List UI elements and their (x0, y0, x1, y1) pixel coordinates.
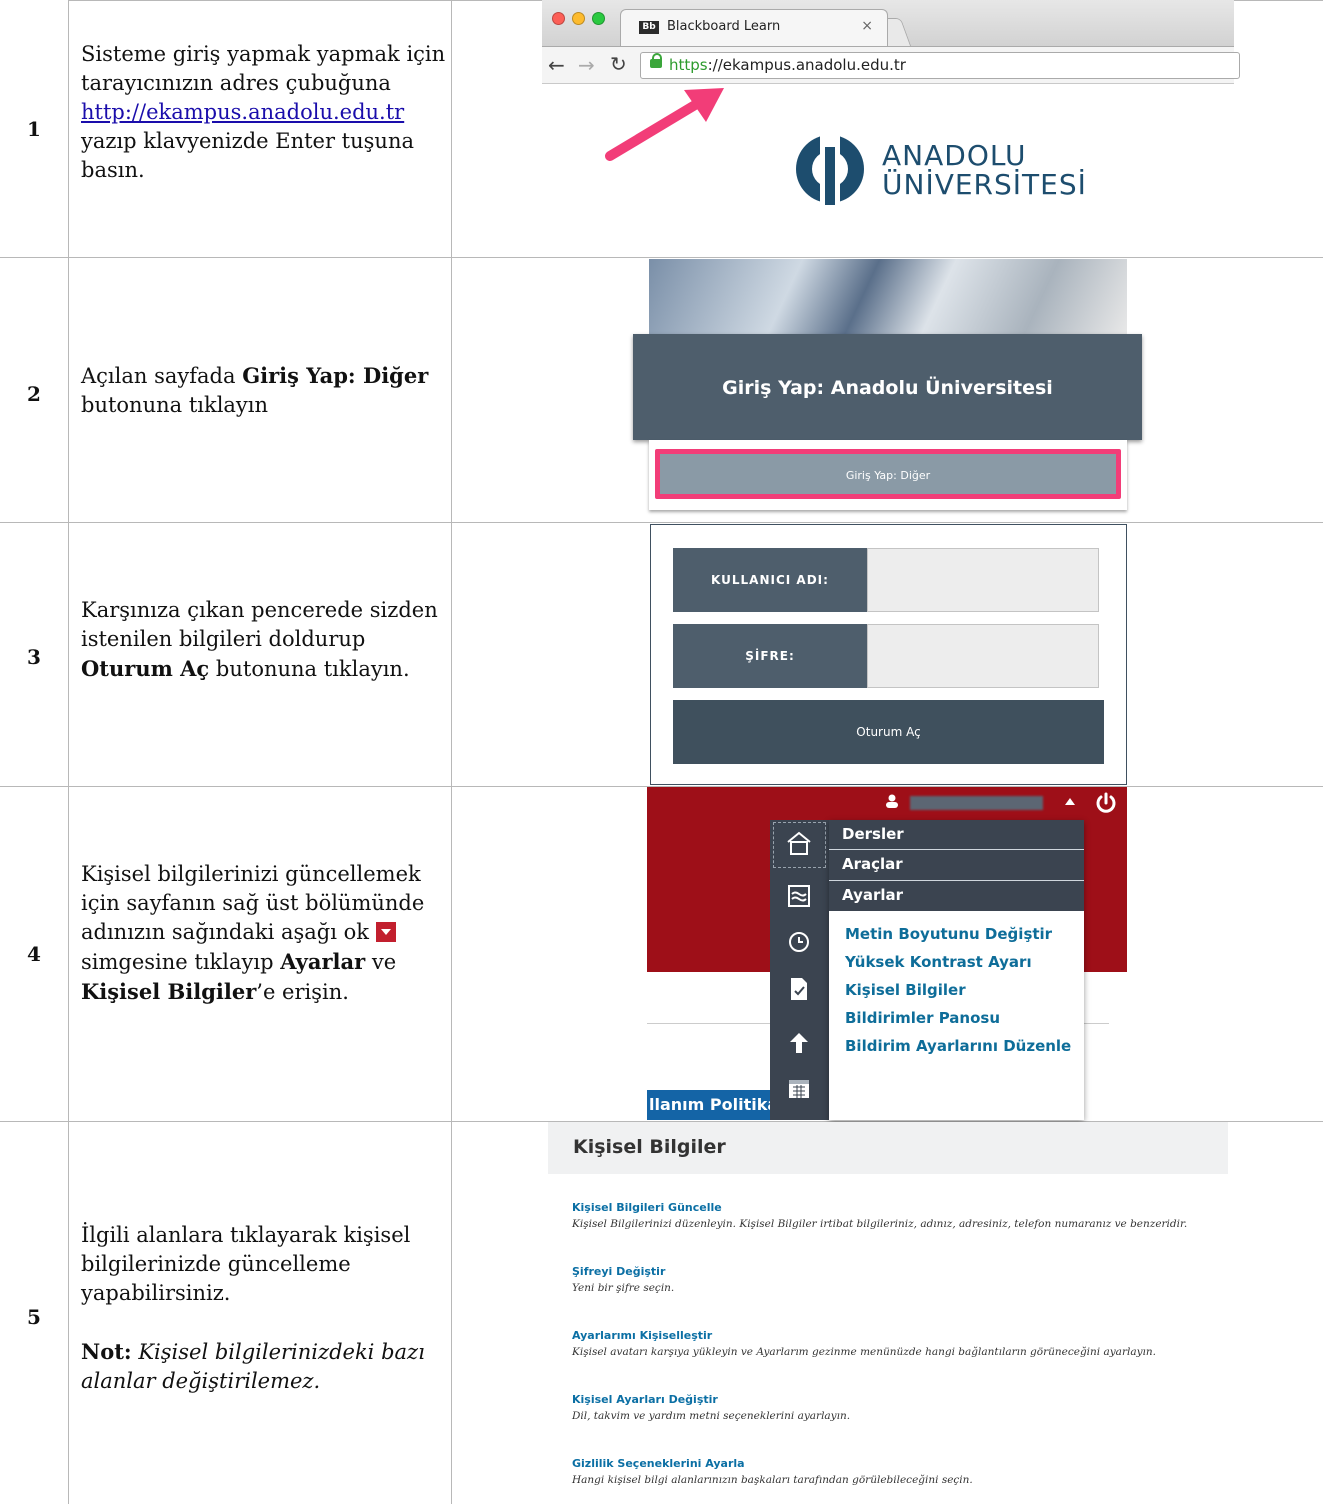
menu-section-settings[interactable]: Ayarlar (829, 880, 1084, 911)
primary-login-label: Giriş Yap: Anadolu Üniversitesi (722, 377, 1053, 399)
back-arrow-icon[interactable]: ← (548, 53, 565, 77)
change-password-link[interactable]: Şifreyi Değiştir (572, 1265, 665, 1278)
change-personal-settings-desc: Dil, takvim ve yardım metni seçeneklerin… (572, 1410, 851, 1422)
document-check-icon[interactable] (786, 976, 812, 1002)
forward-arrow-icon[interactable]: → (578, 53, 595, 77)
anadolu-emblem-icon (796, 133, 864, 205)
username-label: KULLANICI ADI: (673, 548, 867, 612)
user-name-redacted (910, 796, 1043, 810)
step-2-instruction: Açılan sayfada Giriş Yap: Diğer butonuna… (81, 361, 446, 420)
change-password-desc: Yeni bir şifre seçin. (572, 1282, 675, 1294)
menu-item-notification-settings[interactable]: Bildirim Ayarlarını Düzenle (845, 1037, 1071, 1055)
step-4-bold-settings: Ayarlar (280, 949, 366, 974)
step-4-text: Kişisel bilgilerinizi güncellemek için s… (81, 862, 425, 944)
step-4-instruction: Kişisel bilgilerinizi güncellemek için s… (81, 860, 446, 1007)
step-1-text: Sisteme giriş yapmak yapmak için tarayıc… (81, 42, 446, 95)
step-5-instruction: İlgili alanlara tıklayarak kişisel bilgi… (81, 1221, 446, 1396)
row-number: 2 (27, 382, 41, 406)
banner-photo (649, 259, 1127, 334)
menu-item-high-contrast[interactable]: Yüksek Kontrast Ayarı (845, 953, 1032, 971)
row-number: 1 (27, 117, 41, 141)
ekampus-link[interactable]: http://ekampus.anadolu.edu.tr (81, 100, 404, 124)
sign-in-button[interactable]: Oturum Aç (673, 700, 1104, 764)
logo-line-1: ANADOLU (882, 139, 1027, 172)
lock-icon (650, 53, 662, 68)
maximize-window-button[interactable] (592, 12, 605, 25)
note-label: Not: (81, 1339, 132, 1364)
update-personal-info-link[interactable]: Kişisel Bilgileri Güncelle (572, 1201, 722, 1214)
password-label: ŞİFRE: (673, 624, 867, 688)
table-column-divider (451, 0, 452, 1504)
row-divider (0, 522, 1323, 523)
menu-item-personal-info[interactable]: Kişisel Bilgiler (845, 981, 966, 999)
step-4-text-end: ’e erişin. (256, 980, 349, 1004)
minimize-window-button[interactable] (572, 12, 585, 25)
reload-icon[interactable]: ↻ (610, 52, 627, 76)
usage-policy-link[interactable]: llanım Politikası (647, 1090, 772, 1120)
step-2-bold: Giriş Yap: Diğer (242, 363, 429, 388)
table-border-left (68, 0, 69, 1504)
privacy-options-link[interactable]: Gizlilik Seçeneklerini Ayarla (572, 1457, 745, 1470)
power-icon[interactable] (1094, 792, 1118, 814)
step-3-instruction: Karşınıza çıkan pencerede sizden istenil… (81, 596, 446, 684)
step-4-text-mid: simgesine tıklayıp (81, 950, 274, 974)
personalize-settings-link[interactable]: Ayarlarımı Kişiselleştir (572, 1329, 712, 1342)
menu-item-notifications-dashboard[interactable]: Bildirimler Panosu (845, 1009, 1000, 1027)
anadolu-logo: ANADOLU ÜNİVERSİTESİ (790, 133, 1090, 205)
menu-item-text-size[interactable]: Metin Boyutunu Değiştir (845, 925, 1052, 943)
tab-close-icon[interactable]: × (861, 18, 873, 34)
address-bar[interactable]: https://ekampus.anadolu.edu.tr (640, 52, 1240, 79)
caret-up-icon[interactable] (1065, 798, 1075, 805)
step-4-text-and: ve (371, 950, 397, 974)
other-login-button[interactable]: Giriş Yap: Diğer (655, 449, 1121, 499)
pointer-arrow-icon (605, 88, 724, 161)
down-arrow-icon (375, 922, 396, 942)
row-number: 3 (27, 645, 41, 669)
step-5-text: İlgili alanlara tıklayarak kişisel bilgi… (81, 1223, 411, 1305)
step-4-bold-personal: Kişisel Bilgiler (81, 979, 257, 1004)
step-1-text-end: yazıp klavyenizde Enter tuşuna basın. (81, 129, 414, 182)
row-number: 4 (27, 942, 41, 966)
home-icon[interactable] (786, 830, 812, 856)
username-input[interactable] (867, 548, 1099, 612)
other-login-label: Giriş Yap: Diğer (845, 469, 931, 482)
row-number: 5 (27, 1305, 41, 1329)
step-2-text: Açılan sayfada (81, 364, 236, 388)
step-3-bold: Oturum Aç (81, 656, 210, 681)
update-personal-info-desc: Kişisel Bilgilerinizi düzenleyin. Kişise… (572, 1218, 1188, 1230)
primary-login-button[interactable]: Giriş Yap: Anadolu Üniversitesi (633, 334, 1142, 440)
step-1-instruction: Sisteme giriş yapmak yapmak için tarayıc… (81, 40, 446, 185)
user-icon (886, 794, 898, 808)
personalize-settings-desc: Kişisel avatarı karşıya yükleyin ve Ayar… (572, 1346, 1156, 1358)
logo-line-2: ÜNİVERSİTESİ (882, 168, 1087, 201)
browser-toolbar: ← → ↻ https://ekampus.anadolu.edu.tr (542, 46, 1240, 84)
row-divider (0, 257, 1323, 258)
menu-section-tools[interactable]: Araçlar (829, 849, 1084, 880)
wave-icon[interactable] (786, 883, 812, 909)
calendar-icon[interactable] (786, 1075, 812, 1101)
browser-window: Bb Blackboard Learn × ← → ↻ https://ekam… (542, 0, 1240, 84)
note-text: Kişisel bilgilerinizdeki bazı alanlar de… (81, 1340, 425, 1393)
step-2-text-end: butonuna tıklayın (81, 393, 269, 417)
browser-tab-bar: Bb Blackboard Learn × (542, 0, 1234, 46)
step-3-text-end: butonuna tıklayın. (215, 657, 410, 681)
personal-info-header: Kişisel Bilgiler (548, 1122, 1228, 1174)
privacy-options-desc: Hangi kişisel bilgi alanlarınızın başkal… (572, 1474, 973, 1486)
personal-info-title: Kişisel Bilgiler (573, 1136, 726, 1158)
menu-section-courses[interactable]: Dersler (829, 820, 1084, 851)
alarm-clock-icon[interactable] (786, 928, 812, 954)
upload-arrow-icon[interactable] (786, 1030, 812, 1056)
password-input[interactable] (867, 624, 1099, 688)
change-personal-settings-link[interactable]: Kişisel Ayarları Değiştir (572, 1393, 718, 1406)
close-window-button[interactable] (552, 12, 565, 25)
blackboard-favicon-icon: Bb (639, 21, 659, 34)
address-bar-url: https://ekampus.anadolu.edu.tr (669, 56, 906, 74)
step-3-text: Karşınıza çıkan pencerede sizden istenil… (81, 598, 438, 651)
tab-title: Blackboard Learn (667, 19, 781, 34)
browser-tab[interactable]: Bb Blackboard Learn × (620, 9, 888, 46)
